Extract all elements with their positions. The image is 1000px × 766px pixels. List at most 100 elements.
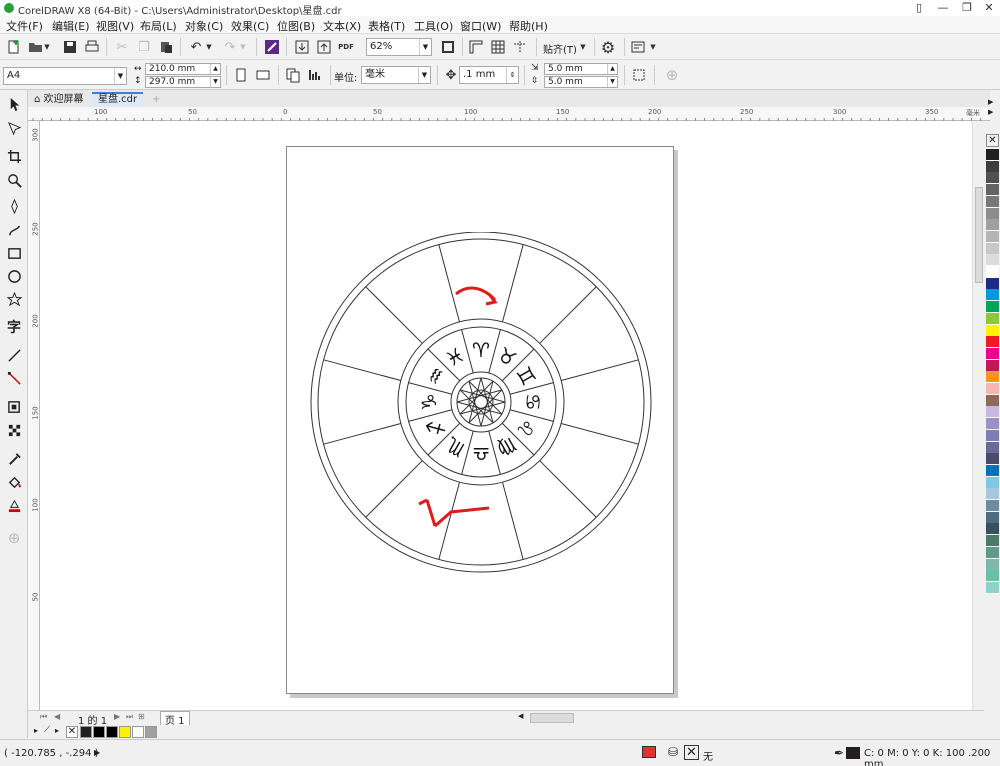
menu-bitmaps[interactable]: 位图(B) [277,18,315,34]
status-expand-icon[interactable]: ▶ [94,748,100,757]
transparency-tool-icon[interactable] [4,420,24,440]
palette-swatch[interactable] [986,581,999,594]
zoom-dropdown-icon[interactable]: ▼ [419,39,431,55]
palette-swatch[interactable] [986,418,999,431]
palette-swatch[interactable] [986,172,999,185]
copy-icon[interactable]: ❐ [134,37,154,57]
palette-swatch[interactable] [986,254,999,267]
doc-palette-swatch[interactable] [145,726,157,738]
doc-palette-swatch[interactable] [80,726,92,738]
redo-icon[interactable]: ↷ [220,37,240,57]
horizontal-ruler[interactable]: 100 50 0 50 100 150 200 250 300 350 毫米 [28,107,990,121]
palette-swatch[interactable] [986,289,999,302]
fill-none-swatch-icon[interactable]: ✕ [684,745,699,760]
palette-swatch[interactable] [986,242,999,255]
parallel-dimension-icon[interactable] [4,345,24,365]
palette-swatch[interactable] [986,464,999,477]
menu-table[interactable]: 表格(T) [368,18,405,34]
open-dropdown-icon[interactable]: ▼ [42,37,52,57]
doc-palette-swatch[interactable] [93,726,105,738]
page-size-dropdown-icon[interactable]: ▼ [114,68,126,84]
nudge-distance-input[interactable]: .1 mm ⇕ [459,66,519,84]
palette-swatch[interactable] [986,546,999,559]
add-page-icon[interactable]: ⊕ [662,65,682,85]
doc-palette-swatch[interactable] [106,726,118,738]
customize-toolbox-icon[interactable]: ⊕ [4,528,24,548]
palette-swatch[interactable] [986,312,999,325]
menu-tools[interactable]: 工具(O) [414,18,453,34]
palette-swatch[interactable] [986,429,999,442]
save-icon[interactable] [60,37,80,57]
doc-palette-menu-icon[interactable]: ▸ [34,726,38,735]
landscape-icon[interactable] [253,65,273,85]
close-button[interactable]: ✕ [976,0,1000,16]
palette-scroll-right-icon[interactable]: ▶ [988,108,993,116]
vertical-scrollbar[interactable] [972,121,984,710]
eyedropper-tool-icon[interactable] [4,449,24,469]
scroll-left-icon[interactable]: ◀ [518,712,523,720]
snap-to-menu[interactable]: 贴齐(T) [543,41,577,56]
full-screen-icon[interactable] [438,37,458,57]
paste-icon[interactable] [156,37,176,57]
palette-swatch[interactable] [986,184,999,197]
ellipse-tool-icon[interactable] [4,266,24,286]
text-tool-icon[interactable]: 字 [4,317,24,337]
doc-no-color-swatch-icon[interactable]: ✕ [66,726,78,738]
palette-swatch[interactable] [986,441,999,454]
palette-swatch[interactable] [986,488,999,501]
no-color-swatch-icon[interactable]: ✕ [986,134,999,147]
width-spin-icon[interactable]: ▲ [210,64,220,74]
palette-swatch[interactable] [986,500,999,512]
show-grid-icon[interactable] [488,37,508,57]
help-window-icon[interactable]: ▯ [906,0,932,16]
palette-swatch[interactable] [986,406,999,419]
palette-swatch[interactable] [986,347,999,360]
duplicate-y-input[interactable]: 5.0 mm ▼ [544,76,618,88]
palette-swatch[interactable] [986,230,999,243]
minimize-button[interactable]: — [930,0,956,16]
show-guidelines-icon[interactable] [510,37,530,57]
palette-swatch[interactable] [986,453,999,466]
page-size-combo[interactable]: A4 ▼ [3,67,127,85]
palette-swatch[interactable] [986,523,999,536]
units-dropdown-icon[interactable]: ▼ [418,67,430,83]
dup-x-spin-icon[interactable]: ▲ [607,64,617,74]
pick-tool-icon[interactable] [4,94,24,114]
palette-swatch[interactable] [986,266,999,278]
menu-text[interactable]: 文本(X) [323,18,361,34]
import-icon[interactable] [292,37,312,57]
print-icon[interactable] [82,37,102,57]
menu-edit[interactable]: 编辑(E) [52,18,90,34]
eyedropper-small-icon[interactable]: ⟋ [44,725,50,735]
next-page-icon[interactable]: ▶ [114,712,120,721]
palette-swatch[interactable] [986,394,999,407]
palette-swatch[interactable] [986,383,999,395]
menu-view[interactable]: 视图(V) [96,18,134,34]
zoom-level-combo[interactable]: 62% ▼ [366,38,432,56]
connector-tool-icon[interactable] [4,368,24,388]
publish-pdf-icon[interactable]: PDF [336,37,356,57]
first-page-icon[interactable]: ⏮ [40,712,47,722]
artistic-media-icon[interactable] [4,220,24,240]
drawing-canvas[interactable]: ♈ ♉ ♊ ♋ ♌ ♍ ♎ ♏ ♐ ♑ ♒ ♓ [40,121,973,710]
tab-welcome-screen[interactable]: ⌂ 欢迎屏幕 [28,92,90,107]
zoom-tool-icon[interactable] [4,170,24,190]
app-launcher-dropdown-icon[interactable]: ▼ [648,37,658,57]
freehand-tool-icon[interactable] [4,196,24,216]
last-page-icon[interactable]: ⏭ [126,712,133,722]
palette-swatch[interactable] [986,149,999,161]
menu-help[interactable]: 帮助(H) [509,18,548,34]
options-gear-icon[interactable]: ⚙ [598,37,618,57]
show-rulers-icon[interactable] [466,37,486,57]
outline-color-swatch[interactable] [846,747,860,759]
add-page-end-icon[interactable]: ⊞ [138,712,145,721]
menu-effects[interactable]: 效果(C) [231,18,269,34]
palette-swatch[interactable] [986,324,999,337]
crop-tool-icon[interactable] [4,146,24,166]
page-border-icon[interactable] [629,65,649,85]
page-width-input[interactable]: 210.0 mm ▲ [145,63,221,75]
tab-document[interactable]: 星盘.cdr [92,92,144,107]
palette-swatch[interactable] [986,511,999,524]
color-proof-icon[interactable] [642,746,656,758]
horizontal-scroll-thumb[interactable] [530,713,574,723]
